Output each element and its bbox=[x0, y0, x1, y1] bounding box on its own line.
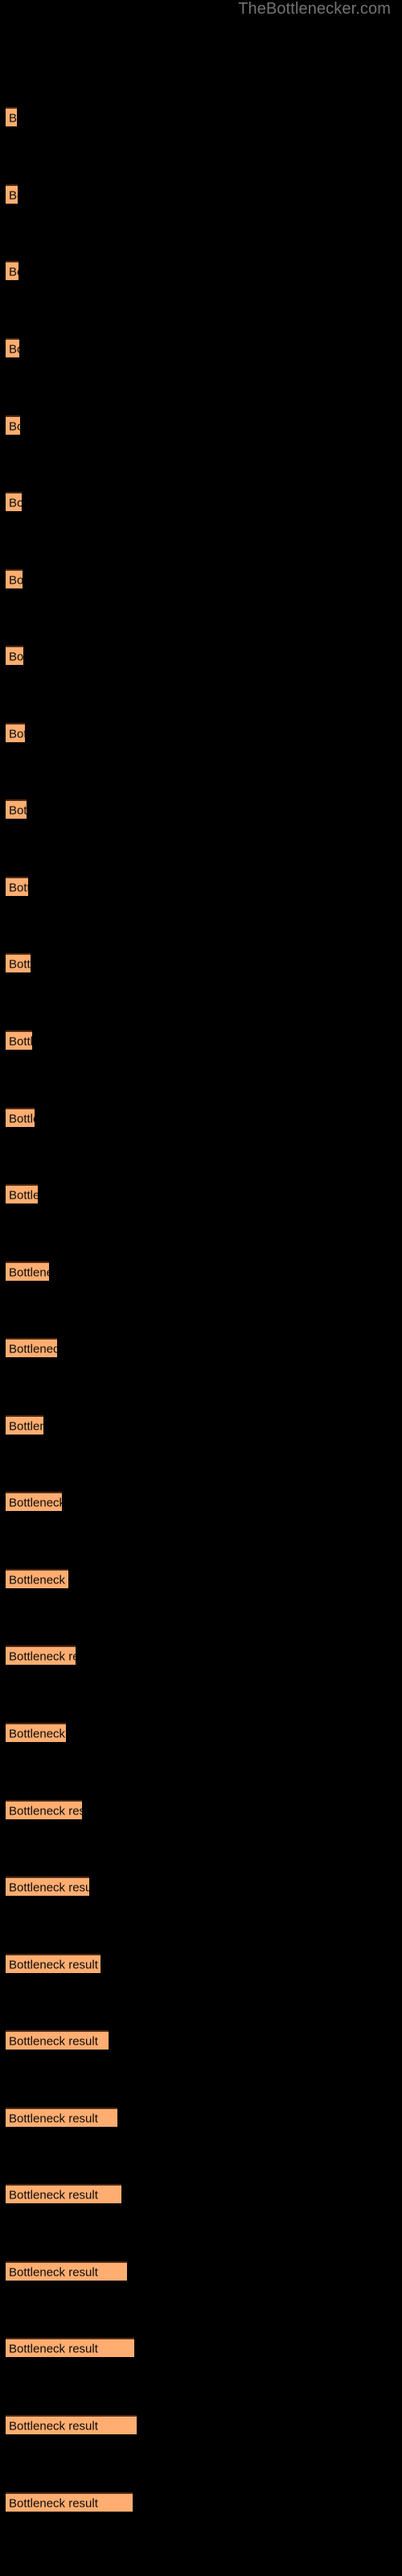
bar-value-label: Bottleneck result bbox=[9, 2342, 98, 2356]
bar-value-label: Bottleneck result bbox=[9, 881, 28, 895]
bar[interactable]: Bottleneck result bbox=[6, 2415, 137, 2434]
bar-row: Bottleneck result bbox=[6, 1338, 57, 1357]
bar-value-label: Bottleneck result bbox=[9, 1649, 76, 1664]
bar[interactable]: Bottleneck result bbox=[6, 1492, 62, 1511]
bar[interactable]: Bottleneck result bbox=[6, 184, 18, 204]
bar-value-label: Bottleneck result bbox=[9, 1419, 43, 1434]
bar[interactable]: Bottleneck result bbox=[6, 569, 23, 588]
bar-value-label: Bottleneck result bbox=[9, 111, 17, 126]
bar[interactable]: Bottleneck result bbox=[6, 1569, 68, 1588]
bar-row: Bottleneck result bbox=[6, 1108, 35, 1127]
bar[interactable]: Bottleneck result bbox=[6, 1338, 57, 1357]
bar-value-label: Bottleneck result bbox=[9, 1573, 68, 1587]
bar[interactable]: Bottleneck result bbox=[6, 415, 20, 435]
bar-value-label: Bottleneck result bbox=[9, 1342, 57, 1356]
bar-row: Bottleneck result bbox=[6, 2492, 133, 2512]
bar-row: Bottleneck result bbox=[6, 2107, 117, 2127]
bar[interactable]: Bottleneck result bbox=[6, 2107, 117, 2127]
bar-row: Bottleneck result bbox=[6, 1492, 62, 1511]
bar-row: Bottleneck result bbox=[6, 953, 31, 972]
bar-value-label: Bottleneck result bbox=[9, 1034, 32, 1049]
bar-row: Bottleneck result bbox=[6, 492, 22, 511]
bar-row: Bottleneck result bbox=[6, 338, 19, 357]
bar-row: Bottleneck result bbox=[6, 1030, 32, 1050]
bar-row: Bottleneck result bbox=[6, 1261, 49, 1281]
bar[interactable]: Bottleneck result bbox=[6, 261, 18, 280]
bar-value-label: Bottleneck result bbox=[9, 1880, 89, 1895]
bar[interactable]: Bottleneck result bbox=[6, 1184, 38, 1203]
bar-row: Bottleneck result bbox=[6, 1954, 100, 1973]
bar-row: Bottleneck result bbox=[6, 2184, 121, 2203]
bar-value-label: Bottleneck result bbox=[9, 2496, 98, 2511]
bar-row: Bottleneck result bbox=[6, 646, 23, 665]
bar-row: Bottleneck result bbox=[6, 1415, 43, 1435]
bar-value-label: Bottleneck result bbox=[9, 419, 20, 434]
site-watermark: TheBottlenecker.com bbox=[238, 0, 391, 18]
bar-row: Bottleneck result bbox=[6, 1184, 38, 1203]
bar-value-label: Bottleneck result bbox=[9, 2112, 98, 2126]
bar[interactable]: Bottleneck result bbox=[6, 1723, 66, 1742]
bar[interactable]: Bottleneck result bbox=[6, 2338, 134, 2357]
bar-row: Bottleneck result bbox=[6, 1876, 89, 1896]
bar-row: Bottleneck result bbox=[6, 261, 18, 280]
bar-row: Bottleneck result bbox=[6, 1723, 66, 1742]
bar[interactable]: Bottleneck result bbox=[6, 877, 28, 896]
bar[interactable]: Bottleneck result bbox=[6, 107, 17, 126]
bar[interactable]: Bottleneck result bbox=[6, 492, 22, 511]
bar-value-label: Bottleneck result bbox=[9, 573, 23, 588]
bar-value-label: Bottleneck result bbox=[9, 1958, 98, 1972]
bar-row: Bottleneck result bbox=[6, 415, 20, 435]
bar-row: Bottleneck result bbox=[6, 2261, 127, 2281]
bar[interactable]: Bottleneck result bbox=[6, 2261, 127, 2281]
bar-value-label: Bottleneck result bbox=[9, 188, 18, 203]
bar[interactable]: Bottleneck result bbox=[6, 2030, 109, 2050]
bar[interactable]: Bottleneck result bbox=[6, 1108, 35, 1127]
bar[interactable]: Bottleneck result bbox=[6, 799, 27, 819]
bar-row: Bottleneck result bbox=[6, 2030, 109, 2050]
bar[interactable]: Bottleneck result bbox=[6, 1415, 43, 1435]
bar-value-label: Bottleneck result bbox=[9, 342, 19, 357]
bar[interactable]: Bottleneck result bbox=[6, 1261, 49, 1281]
bar-value-label: Bottleneck result bbox=[9, 2419, 98, 2434]
bar-row: Bottleneck result bbox=[6, 184, 18, 204]
bar-row: Bottleneck result bbox=[6, 107, 17, 126]
bar-row: Bottleneck result bbox=[6, 799, 27, 819]
bar-value-label: Bottleneck result bbox=[9, 496, 22, 510]
bar-row: Bottleneck result bbox=[6, 569, 23, 588]
bar[interactable]: Bottleneck result bbox=[6, 646, 23, 665]
bar-value-label: Bottleneck result bbox=[9, 2034, 98, 2049]
bar[interactable]: Bottleneck result bbox=[6, 1876, 89, 1896]
bar-chart-canvas: TheBottlenecker.com Bottleneck result Bot… bbox=[0, 0, 402, 2576]
bar-value-label: Bottleneck result bbox=[9, 1188, 38, 1203]
bar-row: Bottleneck result bbox=[6, 2338, 134, 2357]
bar-row: Bottleneck result bbox=[6, 2415, 137, 2434]
bar[interactable]: Bottleneck result bbox=[6, 2492, 133, 2512]
bar-value-label: Bottleneck result bbox=[9, 2188, 98, 2202]
bar-row: Bottleneck result bbox=[6, 877, 28, 896]
bar-row: Bottleneck result bbox=[6, 1645, 76, 1665]
bar-value-label: Bottleneck result bbox=[9, 1727, 66, 1741]
bar-value-label: Bottleneck result bbox=[9, 957, 31, 972]
bar-value-label: Bottleneck result bbox=[9, 803, 27, 818]
bar-value-label: Bottleneck result bbox=[9, 1265, 49, 1280]
bar-row: Bottleneck result bbox=[6, 1569, 68, 1588]
bar[interactable]: Bottleneck result bbox=[6, 1645, 76, 1665]
bar-value-label: Bottleneck result bbox=[9, 727, 25, 741]
bar-value-label: Bottleneck result bbox=[9, 265, 18, 279]
bar[interactable]: Bottleneck result bbox=[6, 338, 19, 357]
bar[interactable]: Bottleneck result bbox=[6, 2184, 121, 2203]
bar-row: Bottleneck result bbox=[6, 1800, 82, 1819]
bar[interactable]: Bottleneck result bbox=[6, 723, 25, 742]
bar[interactable]: Bottleneck result bbox=[6, 1954, 100, 1973]
bar-value-label: Bottleneck result bbox=[9, 1804, 82, 1818]
bar[interactable]: Bottleneck result bbox=[6, 953, 31, 972]
bar[interactable]: Bottleneck result bbox=[6, 1030, 32, 1050]
bar[interactable]: Bottleneck result bbox=[6, 1800, 82, 1819]
bar-value-label: Bottleneck result bbox=[9, 2265, 98, 2280]
bar-value-label: Bottleneck result bbox=[9, 650, 23, 664]
bar-row: Bottleneck result bbox=[6, 723, 25, 742]
bar-value-label: Bottleneck result bbox=[9, 1496, 62, 1510]
bar-value-label: Bottleneck result bbox=[9, 1112, 35, 1126]
